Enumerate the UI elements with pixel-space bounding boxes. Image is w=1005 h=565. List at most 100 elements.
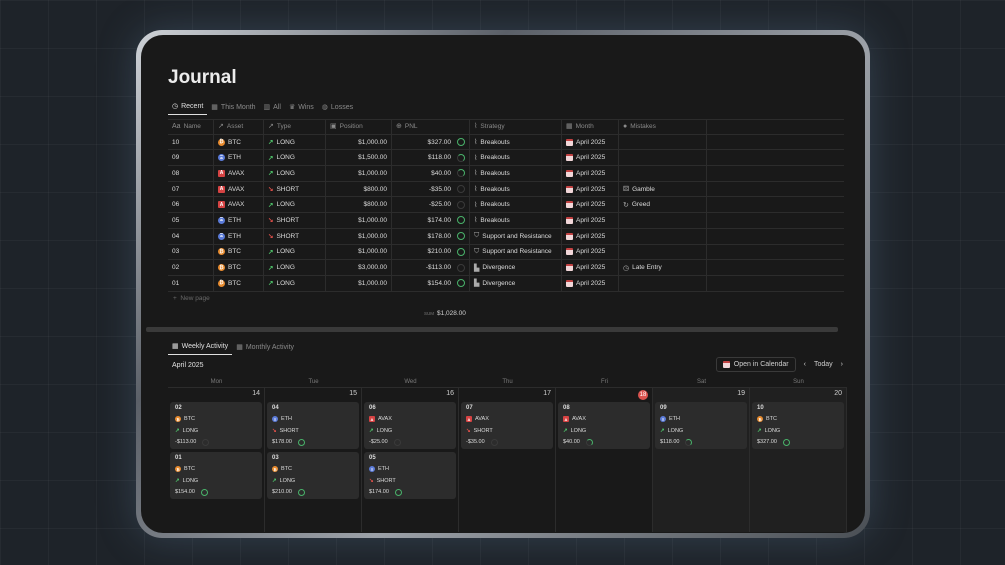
cell-month[interactable]: April 2025 <box>562 228 619 244</box>
cell-month[interactable]: April 2025 <box>562 213 619 228</box>
open-in-calendar-button[interactable]: Open in Calendar <box>715 357 796 372</box>
cell-position[interactable]: $1,000.00 <box>326 166 392 181</box>
cell-mistakes[interactable] <box>619 228 707 244</box>
cell-type[interactable]: ↗ LONG <box>264 244 326 260</box>
calendar-day[interactable]: 16 06 A AVAX ↗ LONG -$25.00 05 Ξ ETH ↘ SHORT $174.00 <box>362 388 459 532</box>
table-row[interactable]: 07 A AVAX ↘ SHORT $800.00 -$35.00 ⌇ Breakouts Apr… <box>168 181 844 198</box>
cell-name[interactable]: 07 <box>168 181 214 197</box>
cell-strategy[interactable]: ⌇ Breakouts <box>470 213 562 228</box>
cell-asset[interactable]: ₿ BTC <box>214 275 264 291</box>
cell-type[interactable]: ↗ LONG <box>264 197 326 213</box>
cell-strategy[interactable]: ⛉ Support and Resistance <box>470 228 562 244</box>
cell-position[interactable]: $1,000.00 <box>326 213 392 228</box>
cell-asset[interactable]: A AVAX <box>214 197 264 213</box>
cell-pnl[interactable]: -$113.00 <box>392 260 470 275</box>
trade-card[interactable]: 04 Ξ ETH ↘ SHORT $178.00 <box>267 402 359 449</box>
cell-position[interactable]: $3,000.00 <box>326 260 392 275</box>
cell-position[interactable]: $1,000.00 <box>326 228 392 244</box>
cell-name[interactable]: 09 <box>168 150 214 166</box>
calendar-day[interactable]: 15 04 Ξ ETH ↘ SHORT $178.00 03 ₿ BTC ↗ LONG $210.00 <box>265 388 362 532</box>
trade-card[interactable]: 09 Ξ ETH ↗ LONG $118.00 <box>655 402 747 449</box>
cell-pnl[interactable]: $174.00 <box>392 213 470 228</box>
cell-strategy[interactable]: ⌇ Breakouts <box>470 134 562 150</box>
cell-mistakes[interactable] <box>619 213 707 228</box>
cell-asset[interactable]: A AVAX <box>214 166 264 181</box>
cell-asset[interactable]: ₿ BTC <box>214 260 264 275</box>
cell-asset[interactable]: A AVAX <box>214 181 264 197</box>
cell-pnl[interactable]: $210.00 <box>392 244 470 260</box>
cell-name[interactable]: 06 <box>168 197 214 213</box>
cell-strategy[interactable]: ▙ Divergence <box>470 275 562 291</box>
cell-position[interactable]: $1,000.00 <box>326 275 392 291</box>
view-tab-losses[interactable]: ◍ Losses <box>318 101 357 115</box>
cell-pnl[interactable]: $40.00 <box>392 166 470 181</box>
cell-month[interactable]: April 2025 <box>562 275 619 291</box>
table-row[interactable]: 01 ₿ BTC ↗ LONG $1,000.00 $154.00 ▙ Divergence Ap… <box>168 275 844 292</box>
cell-mistakes[interactable] <box>619 150 707 166</box>
col-type[interactable]: ↗ Type <box>264 120 326 134</box>
calendar-day[interactable]: 20 10 ₿ BTC ↗ LONG $327.00 <box>750 388 847 532</box>
cell-asset[interactable]: ₿ BTC <box>214 244 264 260</box>
view-tab-all[interactable]: ▥ All <box>260 101 285 115</box>
cell-strategy[interactable]: ▙ Divergence <box>470 260 562 275</box>
cell-strategy[interactable]: ⌇ Breakouts <box>470 150 562 166</box>
prev-week-button[interactable]: ‹ <box>804 361 806 368</box>
cell-name[interactable]: 03 <box>168 244 214 260</box>
trade-card[interactable]: 08 A AVAX ↗ LONG $40.00 <box>558 402 650 449</box>
cell-month[interactable]: April 2025 <box>562 181 619 197</box>
tab-weekly-activity[interactable]: ▦ Weekly Activity <box>168 341 233 355</box>
cell-position[interactable]: $800.00 <box>326 197 392 213</box>
col-pnl[interactable]: ⊕ PNL <box>392 120 470 134</box>
cell-mistakes[interactable] <box>619 134 707 150</box>
new-page-button[interactable]: + New page <box>173 295 210 302</box>
cell-month[interactable]: April 2025 <box>562 150 619 166</box>
cell-strategy[interactable]: ⌇ Breakouts <box>470 166 562 181</box>
view-tab-recent[interactable]: ◷ Recent <box>168 101 208 115</box>
cell-name[interactable]: 05 <box>168 213 214 228</box>
cell-mistakes[interactable]: ↻ Greed <box>619 197 707 213</box>
col-position[interactable]: ▣ Position <box>326 120 392 134</box>
view-tab-this-month[interactable]: ▦ This Month <box>207 101 259 115</box>
cell-pnl[interactable]: -$35.00 <box>392 181 470 197</box>
cell-mistakes[interactable]: ⚄ Gamble <box>619 181 707 197</box>
trade-card[interactable]: 07 A AVAX ↘ SHORT -$35.00 <box>461 402 553 449</box>
table-row[interactable]: 03 ₿ BTC ↗ LONG $1,000.00 $210.00 ⛉ Support and … <box>168 244 844 261</box>
tab-monthly-activity[interactable]: ▦ Monthly Activity <box>232 341 298 355</box>
cell-type[interactable]: ↗ LONG <box>264 166 326 181</box>
table-row[interactable]: 04 Ξ ETH ↘ SHORT $1,000.00 $178.00 ⛉ Support and… <box>168 228 844 245</box>
cell-mistakes[interactable] <box>619 166 707 181</box>
trade-card[interactable]: 10 ₿ BTC ↗ LONG $327.00 <box>752 402 844 449</box>
cell-mistakes[interactable] <box>619 244 707 260</box>
cell-mistakes[interactable]: ◷ Late Entry <box>619 260 707 275</box>
trade-card[interactable]: 02 ₿ BTC ↗ LONG -$113.00 <box>170 402 262 449</box>
cell-type[interactable]: ↘ SHORT <box>264 213 326 228</box>
view-tab-wins[interactable]: ♛ Wins <box>285 101 318 115</box>
table-row[interactable]: 08 A AVAX ↗ LONG $1,000.00 $40.00 ⌇ Breakouts Apr… <box>168 166 844 182</box>
cell-month[interactable]: April 2025 <box>562 197 619 213</box>
col-mistakes[interactable]: ● Mistakes <box>619 120 707 134</box>
cell-type[interactable]: ↗ LONG <box>264 275 326 291</box>
cell-month[interactable]: April 2025 <box>562 166 619 181</box>
cell-position[interactable]: $1,500.00 <box>326 150 392 166</box>
cell-type[interactable]: ↘ SHORT <box>264 228 326 244</box>
table-row[interactable]: 05 Ξ ETH ↘ SHORT $1,000.00 $174.00 ⌇ Breakouts Ap… <box>168 213 844 229</box>
cell-strategy[interactable]: ⌇ Breakouts <box>470 181 562 197</box>
trade-card[interactable]: 06 A AVAX ↗ LONG -$25.00 <box>364 402 456 449</box>
col-asset[interactable]: ↗ Asset <box>214 120 264 134</box>
calendar-day[interactable]: 19 09 Ξ ETH ↗ LONG $118.00 <box>653 388 750 532</box>
calendar-day[interactable]: 17 07 A AVAX ↘ SHORT -$35.00 <box>459 388 556 532</box>
cell-pnl[interactable]: $178.00 <box>392 228 470 244</box>
next-week-button[interactable]: › <box>841 361 843 368</box>
cell-month[interactable]: April 2025 <box>562 260 619 275</box>
cell-position[interactable]: $1,000.00 <box>326 244 392 260</box>
cell-name[interactable]: 01 <box>168 275 214 291</box>
col-month[interactable]: ▦ Month <box>562 120 619 134</box>
cell-name[interactable]: 04 <box>168 228 214 244</box>
table-row[interactable]: 10 ₿ BTC ↗ LONG $1,000.00 $327.00 ⌇ Breakouts Apr… <box>168 134 844 151</box>
cell-asset[interactable]: Ξ ETH <box>214 150 264 166</box>
cell-asset[interactable]: Ξ ETH <box>214 228 264 244</box>
table-row[interactable]: 02 ₿ BTC ↗ LONG $3,000.00 -$113.00 ▙ Divergence A… <box>168 260 844 276</box>
col-strategy[interactable]: ⌇ Strategy <box>470 120 562 134</box>
cell-position[interactable]: $1,000.00 <box>326 134 392 150</box>
cell-month[interactable]: April 2025 <box>562 244 619 260</box>
